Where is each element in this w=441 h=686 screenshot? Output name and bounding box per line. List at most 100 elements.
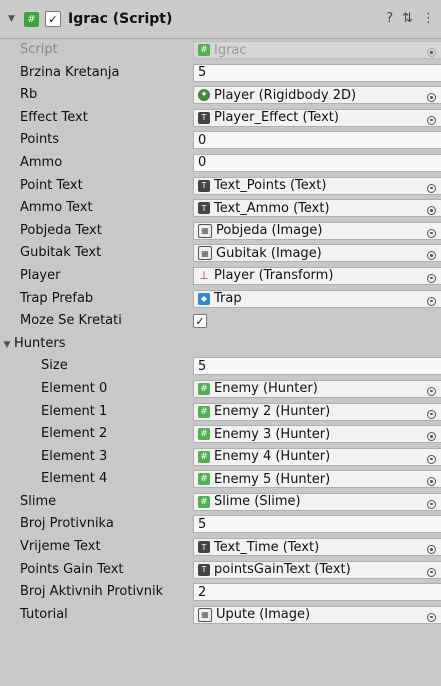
text-component-icon: T <box>198 179 210 192</box>
effect-text-object-field[interactable]: T Player_Effect (Text) <box>193 108 441 127</box>
trap-prefab-object-field[interactable]: ◆ Trap <box>193 289 441 308</box>
property-row-moze-se-kretati: Moze Se Kretati ✓ <box>0 310 441 333</box>
field-value: Enemy 4 (Hunter) <box>214 449 331 465</box>
gubitak-text-object-field[interactable]: ▦ Gubitak (Image) <box>193 244 441 263</box>
object-picker-icon[interactable] <box>427 183 436 193</box>
object-picker-icon[interactable] <box>427 477 436 487</box>
field-value: Text_Time (Text) <box>214 539 320 555</box>
field-value: 5 <box>198 358 207 374</box>
brzina-kretanja-input[interactable]: 5 <box>193 63 441 82</box>
hunters-foldout[interactable]: ▼ Hunters <box>0 333 66 357</box>
vrijeme-text-object-field[interactable]: T Text_Time (Text) <box>193 538 441 557</box>
script-icon: # <box>198 450 210 463</box>
property-label: Points <box>20 132 60 148</box>
hunters-size-input[interactable]: 5 <box>193 357 441 376</box>
field-value: 0 <box>198 155 207 171</box>
property-row-element-3: Element 3 # Enemy 4 (Hunter) <box>0 446 441 469</box>
property-label: Point Text <box>20 177 83 193</box>
points-gain-text-object-field[interactable]: T pointsGainText (Text) <box>193 560 441 579</box>
broj-aktivnih-protivnika-input[interactable]: 2 <box>193 583 441 602</box>
foldout-arrow-icon[interactable]: ▼ <box>8 14 18 24</box>
component-enabled-checkbox[interactable]: ✓ <box>45 11 61 27</box>
element-1-object-field[interactable]: # Enemy 2 (Hunter) <box>193 402 441 421</box>
script-icon: # <box>198 44 210 56</box>
property-label: Slime <box>20 493 57 509</box>
property-row-pobjeda-text: Pobjeda Text ▦ Pobjeda (Image) <box>0 220 441 243</box>
element-2-object-field[interactable]: # Enemy 3 (Hunter) <box>193 425 441 444</box>
element-4-object-field[interactable]: # Enemy 5 (Hunter) <box>193 470 441 489</box>
object-picker-icon[interactable] <box>427 545 436 555</box>
component-header[interactable]: ▼ # ✓ Igrac (Script) ? ⇅ ⋮ <box>0 0 441 39</box>
object-picker-icon[interactable] <box>427 206 436 216</box>
property-label: Size <box>41 358 68 374</box>
rigidbody-icon: ✦ <box>198 89 210 102</box>
element-3-object-field[interactable]: # Enemy 4 (Hunter) <box>193 447 441 466</box>
property-row-ammo-text: Ammo Text T Text_Ammo (Text) <box>0 197 441 220</box>
field-value: Enemy 5 (Hunter) <box>214 471 331 487</box>
text-component-icon: T <box>198 111 210 124</box>
property-label: Pobjeda Text <box>20 222 102 238</box>
broj-protivnika-input[interactable]: 5 <box>193 515 441 534</box>
property-row-element-4: Element 4 # Enemy 5 (Hunter) <box>0 468 441 491</box>
property-list: Script # Igrac Brzina Kretanja 5 Rb ✦ Pl… <box>0 39 441 626</box>
moze-se-kretati-checkbox[interactable]: ✓ <box>193 314 207 329</box>
property-row-brzina-kretanja: Brzina Kretanja 5 <box>0 62 441 85</box>
ammo-text-object-field[interactable]: T Text_Ammo (Text) <box>193 199 441 218</box>
property-row-effect-text: Effect Text T Player_Effect (Text) <box>0 107 441 130</box>
object-picker-icon[interactable] <box>427 296 436 306</box>
field-value: Enemy 3 (Hunter) <box>214 426 331 442</box>
field-value: Pobjeda (Image) <box>216 223 323 239</box>
object-picker-icon[interactable] <box>427 454 436 464</box>
object-picker-icon[interactable] <box>427 273 436 283</box>
field-value: 5 <box>198 516 207 532</box>
field-value: Trap <box>214 291 242 307</box>
pobjeda-text-object-field[interactable]: ▦ Pobjeda (Image) <box>193 221 441 240</box>
point-text-object-field[interactable]: T Text_Points (Text) <box>193 176 441 195</box>
rb-object-field[interactable]: ✦ Player (Rigidbody 2D) <box>193 86 441 105</box>
object-picker-icon[interactable] <box>427 499 436 509</box>
foldout-arrow-icon[interactable]: ▼ <box>0 334 14 357</box>
property-row-vrijeme-text: Vrijeme Text T Text_Time (Text) <box>0 536 441 559</box>
object-picker-icon[interactable] <box>427 93 436 103</box>
object-picker-icon[interactable] <box>427 612 436 622</box>
object-picker-icon[interactable] <box>427 115 436 125</box>
property-label: Vrijeme Text <box>20 539 101 555</box>
object-picker-icon[interactable] <box>427 251 436 261</box>
field-value: Text_Points (Text) <box>214 178 327 194</box>
help-icon[interactable]: ? <box>386 11 393 26</box>
property-label: Hunters <box>14 335 66 351</box>
image-component-icon: ▦ <box>198 246 212 261</box>
field-value: 5 <box>198 65 207 81</box>
slime-object-field[interactable]: # Slime (Slime) <box>193 492 441 511</box>
property-row-trap-prefab: Trap Prefab ◆ Trap <box>0 288 441 311</box>
ammo-input[interactable]: 0 <box>193 153 441 172</box>
script-icon: # <box>198 495 210 508</box>
object-picker-icon[interactable] <box>427 386 436 396</box>
element-0-object-field[interactable]: # Enemy (Hunter) <box>193 379 441 398</box>
points-input[interactable]: 0 <box>193 131 441 150</box>
property-row-broj-aktivnih-protivnika: Broj Aktivnih Protivnik 2 <box>0 581 441 604</box>
property-row-gubitak-text: Gubitak Text ▦ Gubitak (Image) <box>0 242 441 265</box>
text-component-icon: T <box>198 541 210 554</box>
object-picker-icon[interactable] <box>427 228 436 238</box>
property-row-ammo: Ammo 0 <box>0 152 441 175</box>
context-menu-icon[interactable]: ⋮ <box>422 11 435 26</box>
field-value: Slime (Slime) <box>214 494 301 510</box>
field-value: Enemy 2 (Hunter) <box>214 404 331 419</box>
player-object-field[interactable]: ⊥ Player (Transform) <box>193 266 441 285</box>
property-label: Tutorial <box>20 606 68 622</box>
script-field: # Igrac <box>193 41 441 59</box>
property-label: Points Gain Text <box>20 561 124 577</box>
property-row-points-gain-text: Points Gain Text T pointsGainText (Text) <box>0 559 441 582</box>
presets-icon[interactable]: ⇅ <box>402 11 413 26</box>
field-value: Text_Ammo (Text) <box>214 200 330 216</box>
object-picker-icon[interactable] <box>427 567 436 577</box>
object-picker-icon[interactable] <box>427 432 436 442</box>
property-row-hunters[interactable]: ▼ Hunters <box>0 333 441 356</box>
tutorial-object-field[interactable]: ▦ Upute (Image) <box>193 605 441 624</box>
field-value: 2 <box>198 584 207 600</box>
property-label: Element 1 <box>41 403 108 419</box>
property-label: Ammo <box>20 154 63 170</box>
object-picker-icon[interactable] <box>427 409 436 419</box>
text-component-icon: T <box>198 202 210 215</box>
